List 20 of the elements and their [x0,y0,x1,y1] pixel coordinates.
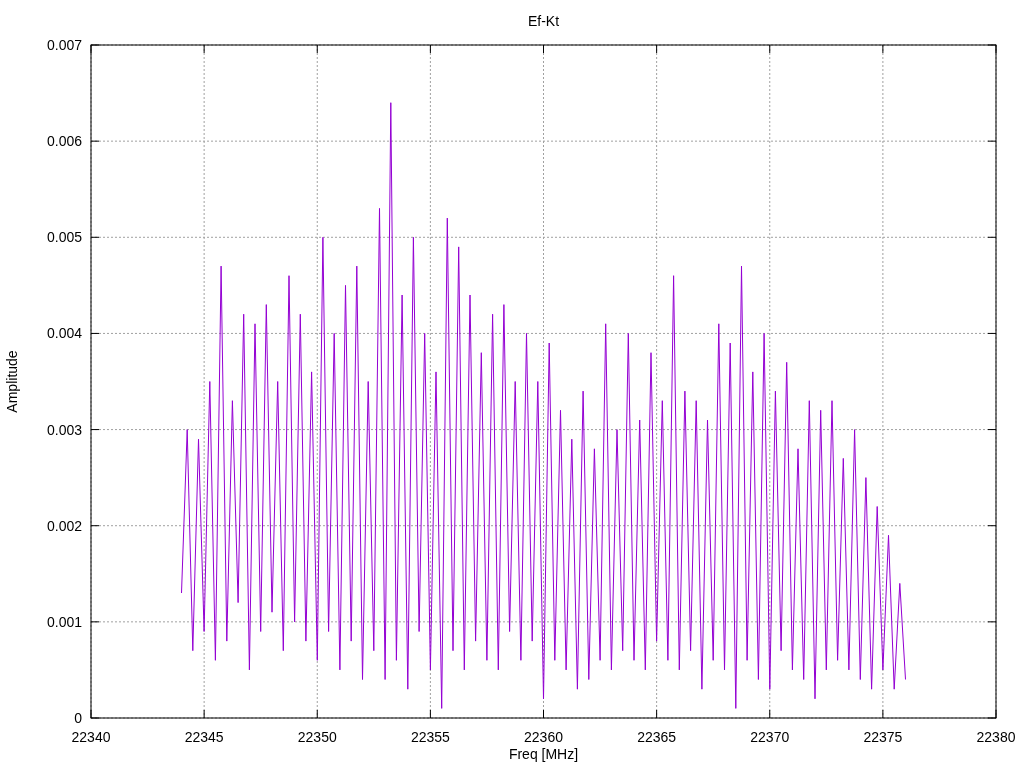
tick-label: 22380 [976,729,1016,745]
tick-label: 0 [74,710,82,726]
axis-title: Amplitude [4,350,20,413]
tick-label: 22355 [410,729,450,745]
tick-label: 0.007 [46,37,82,53]
tick-label: 22340 [71,729,111,745]
tick-label: 0.001 [46,613,82,630]
tick-label: 22360 [524,729,563,745]
tick-label: 0.003 [46,421,82,438]
tick-label: 22345 [184,729,224,745]
axis-title: Freq [MHz] [508,746,579,762]
chart-title: Ef-Kt [527,13,560,29]
tick-label: 22350 [297,729,337,745]
tick-label: 0.006 [46,133,82,150]
tick-label: 22375 [863,729,903,745]
tick-label: 22370 [750,729,790,745]
tick-label: 0.005 [46,229,82,246]
tick-label: 22365 [637,729,677,745]
tick-label: 0.004 [46,325,82,342]
tick-label: 0.002 [46,517,82,534]
